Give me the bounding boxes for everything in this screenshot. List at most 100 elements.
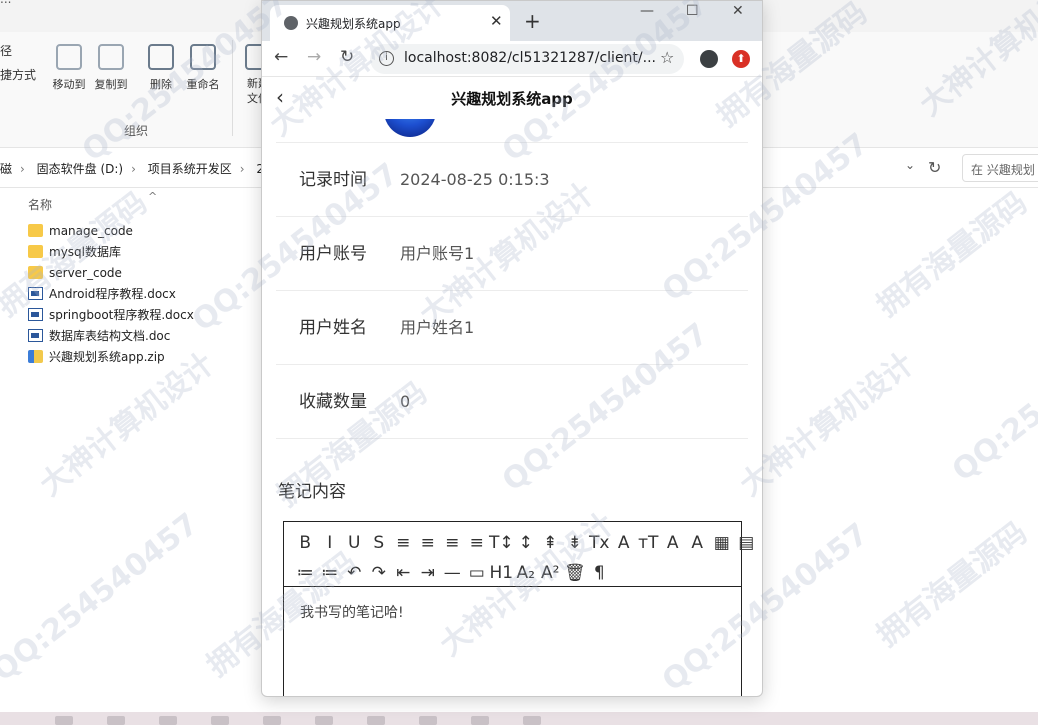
strikethrough-icon[interactable]: S: [367, 533, 392, 553]
reload-icon[interactable]: ↻: [340, 47, 354, 67]
page-title: 兴趣规划系统app: [451, 90, 573, 108]
chevron-down-icon[interactable]: ⌄: [905, 158, 915, 172]
time-icon[interactable]: ▤: [734, 533, 759, 553]
ribbon-side-label-1[interactable]: 径: [0, 42, 12, 59]
italic-icon[interactable]: I: [318, 533, 343, 553]
delete-icon: [148, 44, 174, 70]
list-item[interactable]: Android程序教程.docx: [28, 283, 268, 304]
taskbar-app-icon[interactable]: [315, 716, 333, 725]
breadcrumb-item[interactable]: 项目系统开发区: [148, 162, 232, 176]
redo-icon[interactable]: ↷: [367, 563, 392, 583]
rich-text-editor[interactable]: B I U S ≡ ≡ ≡ ≡ T↕ ↕ ⇞ ⇟ Tx AᴛT A A ▦ ▤ ≔ ≔ ↶ ↷ ⇤ ⇥ — ▭ H1 A₂ A² 🗑 ¶ …: [283, 521, 754, 696]
superscript-icon[interactable]: A²: [538, 563, 563, 583]
taskbar-app-icon[interactable]: [471, 716, 489, 725]
copy-to-button[interactable]: 复制到: [89, 44, 133, 92]
explorer-title: ...: [0, 0, 11, 6]
list-item[interactable]: 兴趣规划系统app.zip: [28, 346, 268, 367]
taskbar-app-icon[interactable]: [263, 716, 281, 725]
back-arrow-icon[interactable]: ←: [274, 47, 288, 67]
ordered-list-icon[interactable]: ≔: [293, 563, 318, 583]
taskbar-app-icon[interactable]: [211, 716, 229, 725]
explorer-search-input[interactable]: 在 兴趣规划: [962, 154, 1038, 182]
folder-icon: [28, 245, 43, 258]
align-center-icon[interactable]: ≡: [416, 533, 441, 553]
underline-icon[interactable]: U: [342, 533, 367, 553]
minimize-button[interactable]: —: [640, 3, 654, 19]
date-icon[interactable]: ▦: [710, 533, 735, 553]
undo-icon[interactable]: ↶: [342, 563, 367, 583]
list-item[interactable]: manage_code: [28, 220, 268, 241]
app-header: ‹ 兴趣规划系统app: [262, 77, 762, 119]
close-tab-icon[interactable]: ✕: [490, 12, 503, 30]
delete-icon[interactable]: 🗑: [563, 563, 588, 583]
breadcrumb-item[interactable]: 固态软件盘 (D:): [37, 162, 123, 176]
heading-icon[interactable]: H1: [489, 563, 514, 583]
font-color-icon[interactable]: A: [661, 533, 686, 553]
profile-avatar-icon[interactable]: [700, 50, 718, 68]
font-family-icon[interactable]: A: [612, 533, 637, 553]
word-doc-icon: [28, 308, 43, 321]
image-icon[interactable]: ▭: [465, 563, 490, 583]
tab-strip: 兴趣规划系统app ✕ + — ☐ ✕: [262, 1, 762, 41]
align-left-icon[interactable]: ≡: [391, 533, 416, 553]
column-header-name[interactable]: 名称 ^: [28, 190, 268, 220]
font-size-icon[interactable]: ᴛT: [636, 533, 661, 553]
file-name: springboot程序教程.docx: [49, 308, 194, 322]
list-item[interactable]: mysql数据库: [28, 241, 268, 262]
taskbar-app-icon[interactable]: [55, 716, 73, 725]
line-height-icon[interactable]: T↕: [489, 533, 514, 553]
indent-icon[interactable]: ⇥: [416, 563, 441, 583]
address-bar[interactable]: i localhost:8082/cl51321287/client/... ☆: [370, 44, 684, 74]
align-right-icon[interactable]: ≡: [440, 533, 465, 553]
word-doc-icon: [28, 329, 43, 342]
refresh-icon[interactable]: ↻: [928, 158, 941, 177]
close-window-button[interactable]: ✕: [732, 3, 744, 19]
outdent-icon[interactable]: ⇤: [391, 563, 416, 583]
move-to-label: 移动到: [52, 78, 86, 91]
note-content-label: 笔记内容: [278, 482, 346, 502]
list-item[interactable]: 数据库表结构文档.doc: [28, 325, 268, 346]
taskbar-app-icon[interactable]: [523, 716, 541, 725]
move-icon: [56, 44, 82, 70]
taskbar-app-icon[interactable]: [367, 716, 385, 725]
maximize-button[interactable]: ☐: [686, 3, 699, 19]
move-to-button[interactable]: 移动到: [47, 44, 91, 92]
rename-button[interactable]: 重命名: [181, 44, 225, 92]
avatar-image: [384, 119, 436, 139]
subscript-icon[interactable]: A₂: [514, 563, 539, 583]
new-tab-button[interactable]: +: [524, 9, 541, 33]
copy-to-label: 复制到: [94, 78, 128, 91]
form-row-record-time: 记录时间 2024-08-25 0:15:3: [276, 143, 748, 217]
ribbon-side-label-2[interactable]: 捷方式: [0, 66, 36, 83]
editor-content[interactable]: 我书写的笔记哈!: [300, 602, 404, 622]
paragraph-after-icon[interactable]: ⇟: [563, 533, 588, 553]
site-info-icon[interactable]: i: [379, 51, 394, 66]
paragraph-before-icon[interactable]: ⇞: [538, 533, 563, 553]
browser-tab[interactable]: 兴趣规划系统app ✕: [270, 5, 510, 41]
list-item[interactable]: server_code: [28, 262, 268, 283]
delete-button[interactable]: 删除: [139, 44, 183, 92]
horizontal-rule-icon[interactable]: —: [440, 563, 465, 583]
background-color-icon[interactable]: A: [685, 533, 710, 553]
form-row-user-account: 用户账号 用户账号1: [276, 217, 748, 291]
taskbar-app-icon[interactable]: [419, 716, 437, 725]
chevron-right-icon: ›: [20, 162, 25, 176]
paragraph-mark-icon[interactable]: ¶: [587, 563, 612, 583]
file-name: 数据库表结构文档.doc: [49, 329, 171, 343]
letter-spacing-icon[interactable]: ↕: [514, 533, 539, 553]
rename-icon: [190, 44, 216, 70]
bookmark-star-icon[interactable]: ☆: [660, 48, 674, 67]
align-justify-icon[interactable]: ≡: [465, 533, 490, 553]
editor-toolbar-row: B I U S ≡ ≡ ≡ ≡ T↕ ↕ ⇞ ⇟ Tx AᴛT A A ▦ ▤: [293, 528, 754, 558]
field-label: 用户姓名: [299, 318, 367, 338]
breadcrumb-item[interactable]: 磁: [0, 162, 12, 176]
unordered-list-icon[interactable]: ≔: [318, 563, 343, 583]
bold-icon[interactable]: B: [293, 533, 318, 553]
forward-arrow-icon[interactable]: →: [307, 47, 321, 67]
extension-icon[interactable]: ⬆: [732, 50, 750, 68]
list-item[interactable]: springboot程序教程.docx: [28, 304, 268, 325]
taskbar-app-icon[interactable]: [107, 716, 125, 725]
clear-format-icon[interactable]: Tx: [587, 533, 612, 553]
chevron-right-icon: ›: [131, 162, 136, 176]
taskbar-app-icon[interactable]: [159, 716, 177, 725]
